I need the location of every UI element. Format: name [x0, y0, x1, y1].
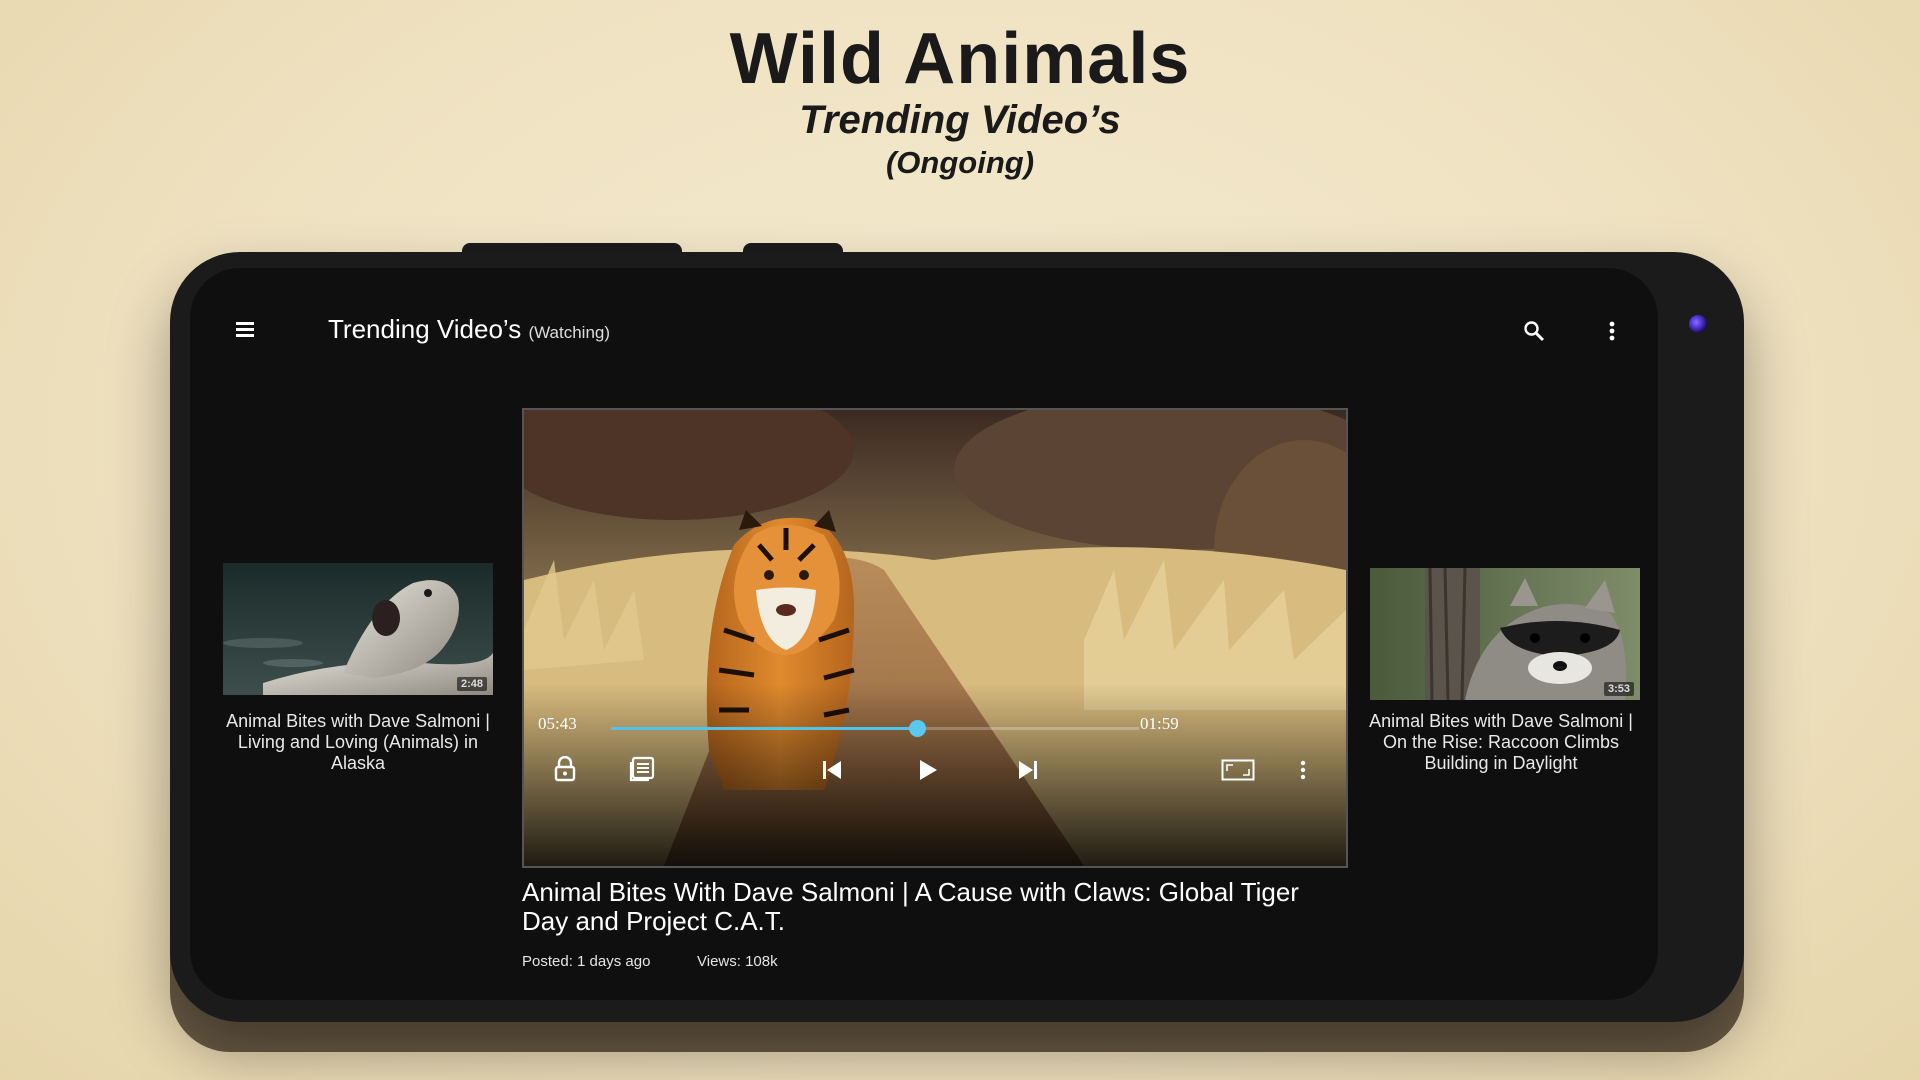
video-duration-badge: 3:53: [1603, 682, 1634, 696]
page-subtitle-status: (Ongoing): [885, 145, 1035, 180]
posted-date: Posted: 1 days ago: [522, 953, 651, 970]
seek-bar[interactable]: [611, 720, 1139, 737]
appbar-title: Trending Video’s (Watching): [328, 314, 610, 345]
video-player[interactable]: 05:43 01:59: [522, 408, 1348, 868]
appbar-title-suffix: (Watching): [528, 323, 611, 342]
video-duration-badge: 2:48: [456, 677, 487, 691]
seek-bar-progress: [611, 727, 918, 730]
appbar-title-text: Trending Video’s: [328, 314, 522, 344]
fullscreen-icon[interactable]: [1221, 759, 1255, 786]
page-title: Wild Animals: [729, 19, 1191, 99]
elapsed-time: 05:43: [538, 714, 577, 733]
video-frame: [524, 410, 1346, 866]
more-vert-icon[interactable]: [1608, 320, 1616, 347]
view-count: Views: 108k: [697, 953, 778, 970]
right-video-thumbnail[interactable]: 3:53: [1370, 568, 1640, 700]
lock-icon[interactable]: [554, 755, 576, 787]
app-screen: Trending Video’s (Watching) 2:48 Animal …: [190, 268, 1658, 1000]
menu-icon[interactable]: [236, 322, 254, 337]
playlist-icon[interactable]: [629, 756, 655, 787]
play-icon[interactable]: [918, 759, 938, 786]
search-icon[interactable]: [1523, 320, 1545, 347]
current-video-title: Animal Bites With Dave Salmoni | A Cause…: [522, 877, 1299, 936]
left-video-thumbnail[interactable]: 2:48: [223, 563, 493, 695]
skip-next-icon[interactable]: [1017, 759, 1039, 786]
page-subtitle: Trending Video’s: [799, 98, 1121, 142]
remaining-time: 01:59: [1140, 714, 1179, 733]
right-video-title[interactable]: Animal Bites with Dave Salmoni | On the …: [1366, 711, 1636, 774]
front-camera: [1689, 315, 1707, 333]
left-video-title[interactable]: Animal Bites with Dave Salmoni | Living …: [223, 711, 493, 774]
skip-previous-icon[interactable]: [821, 759, 843, 786]
more-vert-icon[interactable]: [1299, 759, 1307, 786]
